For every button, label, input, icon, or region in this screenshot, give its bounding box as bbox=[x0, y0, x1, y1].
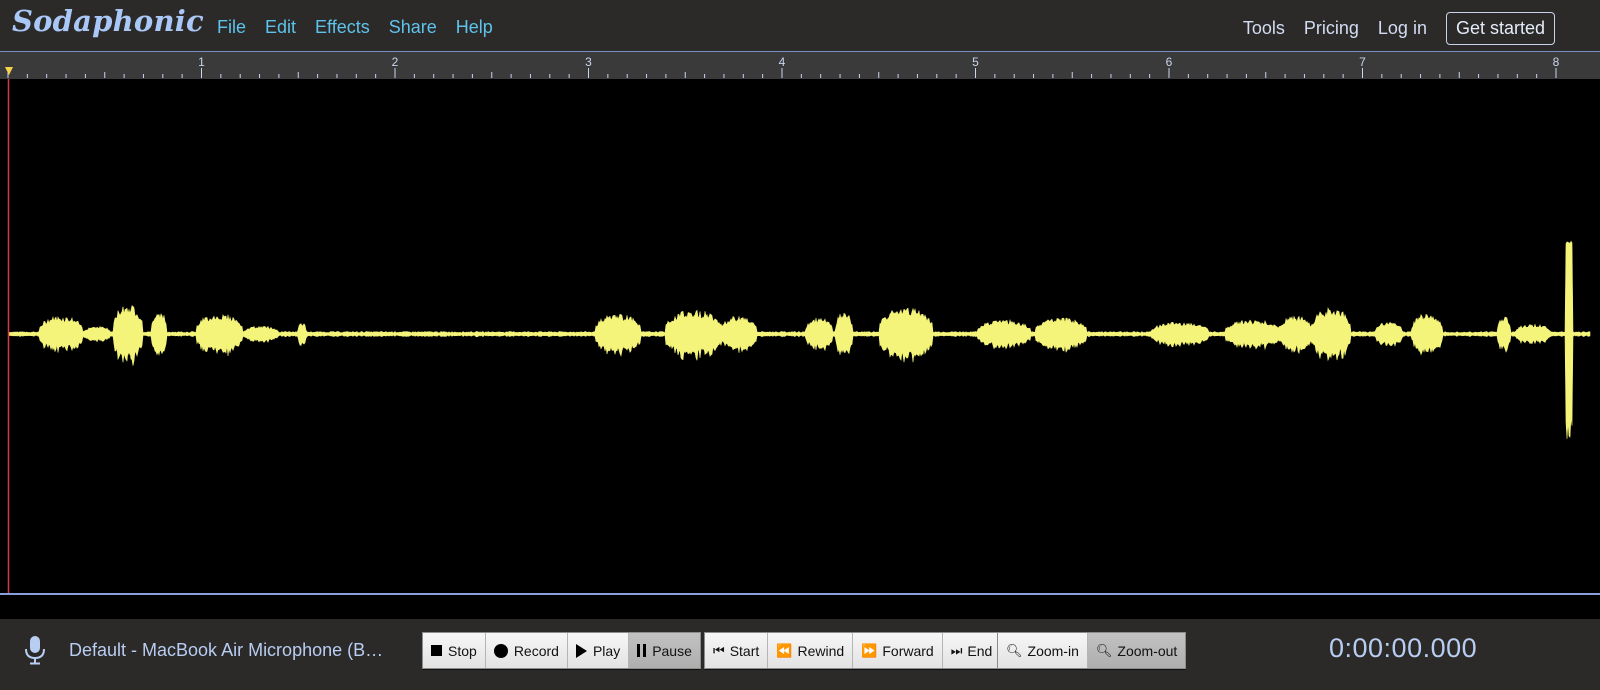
rewind-button[interactable]: ⏪ Rewind bbox=[768, 633, 854, 668]
ruler-label-6: 6 bbox=[1166, 55, 1173, 69]
pause-icon bbox=[637, 644, 647, 657]
menu-file[interactable]: File bbox=[217, 17, 246, 38]
menu-edit[interactable]: Edit bbox=[265, 17, 296, 38]
waveform-editor[interactable]: 1 2 3 4 5 6 7 8 bbox=[0, 51, 1600, 595]
ruler-label-4: 4 bbox=[779, 55, 786, 69]
nav-tools[interactable]: Tools bbox=[1243, 18, 1285, 39]
pause-button[interactable]: Pause bbox=[629, 633, 700, 668]
skip-end-icon: ⏭ bbox=[950, 642, 963, 658]
forward-button[interactable]: ⏩ Forward bbox=[853, 633, 943, 668]
nav-pricing[interactable]: Pricing bbox=[1304, 18, 1359, 39]
footer-spacer bbox=[0, 595, 1600, 619]
top-right-nav: Tools Pricing Log in Get started bbox=[1243, 11, 1600, 45]
time-display: 0:00:00.000 bbox=[1329, 633, 1478, 663]
play-icon bbox=[575, 643, 587, 658]
menu-share[interactable]: Share bbox=[389, 17, 437, 38]
ruler-label-5: 5 bbox=[972, 55, 979, 69]
menu-help[interactable]: Help bbox=[456, 17, 493, 38]
transport-controls: Stop Record Play Pause bbox=[422, 632, 701, 669]
zoom-in-icon: 🔍︎ bbox=[1006, 642, 1023, 658]
playhead-marker[interactable] bbox=[5, 67, 13, 75]
app-header: Sodaphonic File Edit Effects Share Help … bbox=[0, 0, 1600, 52]
start-button[interactable]: ⏮ Start bbox=[705, 633, 769, 668]
waveform-overlay: 1 2 3 4 5 6 7 8 bbox=[5, 55, 1591, 593]
record-button[interactable]: Record bbox=[485, 633, 568, 668]
ruler-label-8: 8 bbox=[1553, 55, 1560, 69]
app-logo[interactable]: Sodaphonic bbox=[12, 4, 204, 38]
stop-button[interactable]: Stop bbox=[423, 633, 486, 668]
rewind-icon: ⏪ bbox=[776, 642, 793, 658]
end-button[interactable]: ⏭ End bbox=[942, 633, 1001, 668]
audio-waveform bbox=[8, 240, 1591, 439]
ruler-labels: 1 2 3 4 5 6 7 8 bbox=[198, 55, 1560, 69]
fast-forward-icon: ⏩ bbox=[861, 642, 878, 658]
main-menu: File Edit Effects Share Help bbox=[217, 17, 512, 38]
ruler-ticks bbox=[7, 68, 1557, 78]
bottom-toolbar: Default - MacBook Air Microphone (B… Sto… bbox=[0, 619, 1600, 690]
zoom-controls: 🔍︎ Zoom-in 🔍︎ Zoom-out bbox=[997, 632, 1187, 669]
get-started-button[interactable]: Get started bbox=[1445, 11, 1555, 45]
ruler-label-7: 7 bbox=[1359, 55, 1366, 69]
seek-controls: ⏮ Start ⏪ Rewind ⏩ Forward ⏭ End bbox=[704, 632, 1002, 669]
input-device-selector[interactable]: Default - MacBook Air Microphone (B… bbox=[69, 640, 389, 661]
microphone-icon[interactable] bbox=[24, 635, 46, 665]
zoom-out-icon: 🔍︎ bbox=[1095, 642, 1113, 658]
zoom-out-button[interactable]: 🔍︎ Zoom-out bbox=[1087, 633, 1186, 668]
nav-login[interactable]: Log in bbox=[1378, 18, 1427, 39]
stop-icon bbox=[431, 645, 442, 656]
ruler-label-1: 1 bbox=[198, 55, 205, 69]
menu-effects[interactable]: Effects bbox=[315, 17, 370, 38]
ruler-label-3: 3 bbox=[585, 55, 592, 69]
skip-start-icon: ⏮ bbox=[713, 642, 725, 658]
play-button[interactable]: Play bbox=[567, 633, 630, 668]
ruler-label-2: 2 bbox=[392, 55, 399, 69]
zoom-in-button[interactable]: 🔍︎ Zoom-in bbox=[998, 633, 1088, 668]
record-icon bbox=[493, 643, 508, 658]
